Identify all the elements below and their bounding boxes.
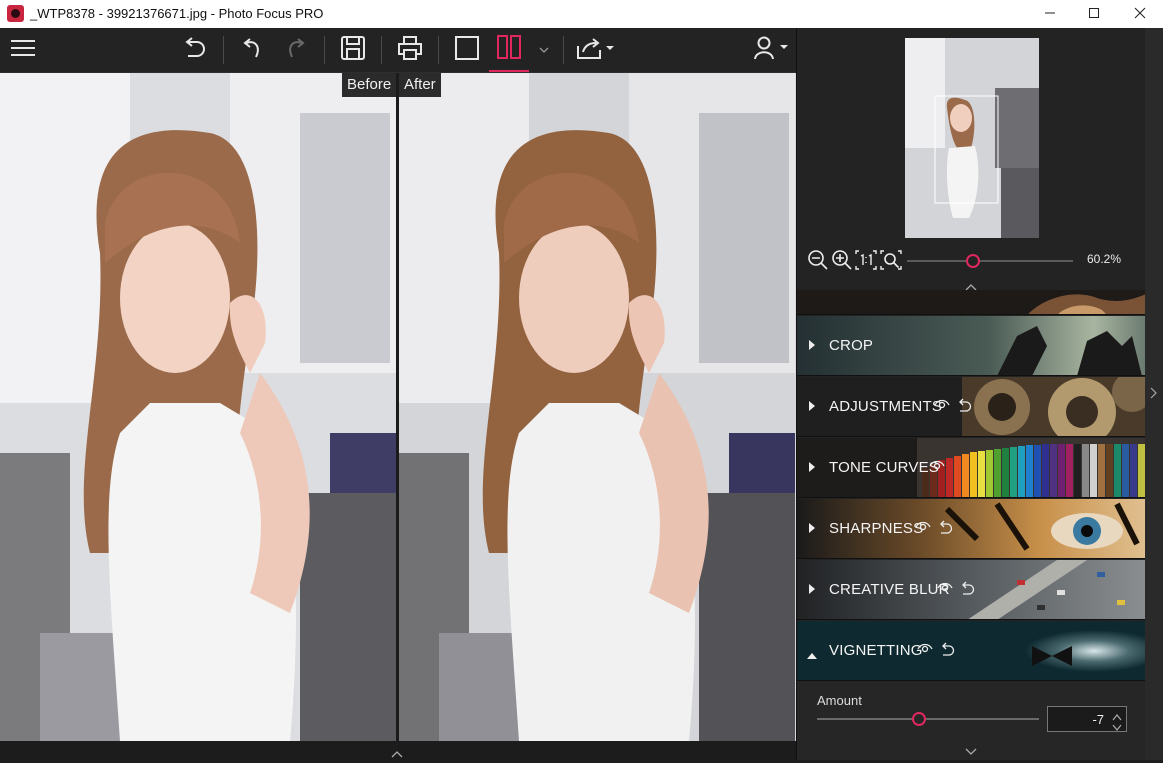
single-view-icon (454, 35, 480, 66)
redo-icon (283, 36, 309, 65)
toolbar-divider (324, 36, 325, 64)
panel-crop-title: CROP (829, 337, 874, 354)
panel-sharpness-title: SHARPNESS (829, 520, 924, 537)
user-account-button[interactable] (752, 28, 790, 72)
before-image (0, 73, 396, 741)
single-view-button[interactable] (448, 28, 486, 72)
undo-icon (239, 36, 265, 65)
undo-all-button[interactable] (176, 28, 214, 72)
save-icon (340, 35, 366, 66)
panel-adjustments-title: ADJUSTMENTS (829, 398, 943, 415)
app-logo-icon (7, 5, 24, 22)
amount-spinbox[interactable]: -7 (1047, 706, 1127, 732)
image-canvas[interactable] (0, 73, 796, 741)
share-icon (575, 35, 615, 66)
expand-arrow-icon (809, 462, 815, 472)
expand-arrow-icon (809, 584, 815, 594)
panel-creative-blur-title: CREATIVE BLUR (829, 581, 950, 598)
chevron-down-icon (539, 41, 549, 59)
after-image (399, 73, 795, 741)
eye-icon[interactable] (917, 641, 933, 662)
before-label: Before (342, 73, 397, 97)
menu-button[interactable] (6, 28, 40, 72)
undo-button[interactable] (233, 28, 271, 72)
maximize-button[interactable] (1071, 0, 1117, 28)
side-panel: 60.2% CROP ADJUSTMENTS TONE CURVES SHARP… (796, 28, 1163, 760)
reset-icon[interactable] (959, 580, 975, 601)
expand-arrow-icon (809, 340, 815, 350)
zoom-controls: 60.2% (797, 246, 1147, 276)
eye-icon[interactable] (937, 580, 953, 601)
after-label: After (399, 73, 441, 97)
chevron-up-icon (391, 745, 403, 763)
close-icon (1134, 7, 1146, 22)
main-toolbar (0, 28, 796, 73)
zoom-in-button[interactable] (831, 249, 853, 276)
spin-down-icon[interactable] (1112, 720, 1122, 735)
navigator-thumbnail[interactable] (905, 38, 1039, 238)
zoom-slider[interactable] (907, 254, 1073, 268)
toolbar-divider (438, 36, 439, 64)
print-icon (397, 35, 423, 66)
redo-button[interactable] (277, 28, 315, 72)
zoom-value: 60.2% (1087, 252, 1122, 266)
reset-icon[interactable] (937, 519, 953, 540)
zoom-in-icon (831, 250, 853, 275)
reset-icon[interactable] (939, 641, 955, 662)
split-view-icon (496, 34, 522, 65)
menu-icon (10, 39, 36, 62)
vignetting-controls: Amount -7 (797, 681, 1146, 760)
panel-crop[interactable]: CROP (797, 316, 1146, 376)
save-button[interactable] (334, 28, 372, 72)
panel-sharpness[interactable]: SHARPNESS (797, 499, 1146, 559)
window-title: _WTP8378 - 39921376671.jpg - Photo Focus… (30, 6, 324, 21)
panel-vignetting-title: VIGNETTING (829, 642, 923, 659)
window-titlebar: _WTP8378 - 39921376671.jpg - Photo Focus… (0, 0, 1163, 28)
fit-to-screen-button[interactable] (879, 249, 903, 276)
reset-icon[interactable] (956, 397, 972, 418)
panel-partial-header (797, 290, 1146, 315)
maximize-icon (1088, 7, 1100, 22)
minimize-icon (1044, 7, 1056, 22)
close-button[interactable] (1117, 0, 1163, 28)
amount-value[interactable]: -7 (1092, 712, 1104, 727)
expand-arrow-icon (809, 523, 815, 533)
chevron-down-icon[interactable] (965, 743, 977, 761)
zoom-out-icon (807, 250, 829, 275)
view-mode-dropdown[interactable] (535, 28, 553, 72)
panel-tone-curves[interactable]: TONE CURVES (797, 438, 1146, 498)
share-button[interactable] (574, 28, 616, 72)
panel-creative-blur[interactable]: CREATIVE BLUR (797, 560, 1146, 620)
user-icon (753, 35, 789, 66)
amount-slider-thumb[interactable] (912, 712, 927, 726)
toolbar-divider (223, 36, 224, 64)
toolbar-divider (381, 36, 382, 64)
actual-size-button[interactable] (854, 249, 878, 276)
panel-tone-curves-title: TONE CURVES (829, 459, 940, 476)
eye-icon[interactable] (934, 397, 950, 418)
minimize-button[interactable] (1027, 0, 1073, 28)
collapse-side-panel-button[interactable] (1145, 28, 1163, 760)
actual-size-icon (854, 250, 878, 275)
zoom-out-button[interactable] (807, 249, 829, 276)
eye-icon[interactable] (929, 458, 945, 477)
amount-label: Amount (817, 693, 862, 708)
print-button[interactable] (391, 28, 429, 72)
chevron-right-icon (1150, 386, 1158, 404)
panel-vignetting[interactable]: VIGNETTING (797, 621, 1146, 681)
fit-icon (879, 250, 903, 275)
toolbar-divider (563, 36, 564, 64)
eye-icon[interactable] (915, 519, 931, 540)
zoom-slider-thumb[interactable] (966, 254, 981, 268)
split-view-button[interactable] (489, 28, 529, 72)
filmstrip-toggle-bar[interactable] (0, 741, 796, 760)
panel-adjustments[interactable]: ADJUSTMENTS (797, 377, 1146, 437)
amount-slider[interactable] (817, 712, 1039, 726)
expand-arrow-icon (809, 401, 815, 411)
collapse-arrow-icon (807, 647, 817, 665)
undo-all-icon (182, 36, 208, 65)
